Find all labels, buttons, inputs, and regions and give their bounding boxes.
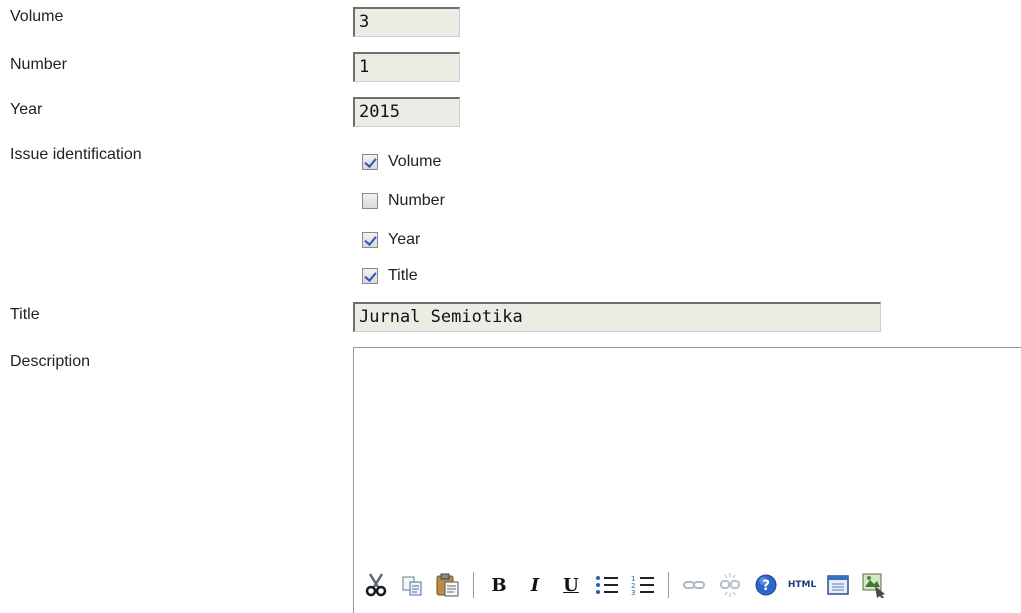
link-icon [683, 581, 705, 589]
cut-button[interactable] [361, 569, 391, 601]
year-input[interactable]: 2015 [353, 97, 460, 127]
toolbar-separator [668, 572, 669, 598]
svg-text:?: ? [762, 578, 770, 594]
number-checkbox-label: Number [388, 192, 445, 209]
bold-icon: B [491, 574, 507, 596]
title-label: Title [10, 306, 40, 323]
title-checkbox-label: Title [388, 267, 418, 284]
issue-id-number-option[interactable]: Number [362, 189, 445, 213]
year-checkbox-label: Year [388, 231, 421, 248]
title-input[interactable]: Jurnal Semiotika [353, 302, 881, 332]
year-label: Year [10, 101, 43, 118]
fullscreen-button[interactable] [823, 569, 853, 601]
volume-checkbox[interactable] [362, 154, 378, 170]
italic-button[interactable]: I [520, 569, 550, 601]
volume-checkbox-label: Volume [388, 153, 442, 170]
bullet-list-button[interactable] [592, 569, 622, 601]
volume-input[interactable]: 3 [353, 7, 460, 37]
bold-button[interactable]: B [484, 569, 514, 601]
link-button[interactable] [679, 569, 709, 601]
bullet-list-icon [596, 576, 618, 594]
help-button[interactable]: ? [751, 569, 781, 601]
volume-label: Volume [10, 8, 64, 25]
help-icon: ? [755, 574, 777, 596]
issue-id-year-option[interactable]: Year [362, 228, 420, 252]
cut-icon [365, 573, 387, 597]
issue-id-volume-option[interactable]: Volume [362, 150, 441, 174]
copy-button[interactable] [397, 569, 427, 601]
issue-id-title-option[interactable]: Title [362, 264, 418, 288]
html-button[interactable]: HTML [787, 569, 817, 601]
number-label: Number [10, 56, 67, 73]
svg-text:3: 3 [631, 589, 635, 597]
unlink-icon [720, 573, 740, 597]
image-button[interactable] [859, 569, 889, 601]
number-input[interactable]: 1 [353, 52, 460, 82]
numbered-list-icon: 1 2 3 [631, 575, 654, 597]
issue-identification-label: Issue identification [10, 146, 142, 163]
fullscreen-icon [827, 575, 849, 595]
editor-toolbar: B I U 1 2 3 ? HTML [361, 565, 1021, 605]
underline-icon: U [563, 574, 579, 596]
image-icon [862, 573, 885, 598]
unlink-button[interactable] [715, 569, 745, 601]
html-icon: HTML [787, 580, 817, 590]
paste-button[interactable] [433, 569, 463, 601]
description-label: Description [10, 353, 91, 370]
description-text-area[interactable] [358, 352, 1021, 552]
numbered-list-button[interactable]: 1 2 3 [628, 569, 658, 601]
italic-icon: I [530, 574, 540, 596]
toolbar-separator [473, 572, 474, 598]
year-checkbox[interactable] [362, 232, 378, 248]
title-checkbox[interactable] [362, 268, 378, 284]
number-checkbox[interactable] [362, 193, 378, 209]
paste-icon [436, 573, 459, 597]
underline-button[interactable]: U [556, 569, 586, 601]
copy-icon [402, 576, 422, 596]
